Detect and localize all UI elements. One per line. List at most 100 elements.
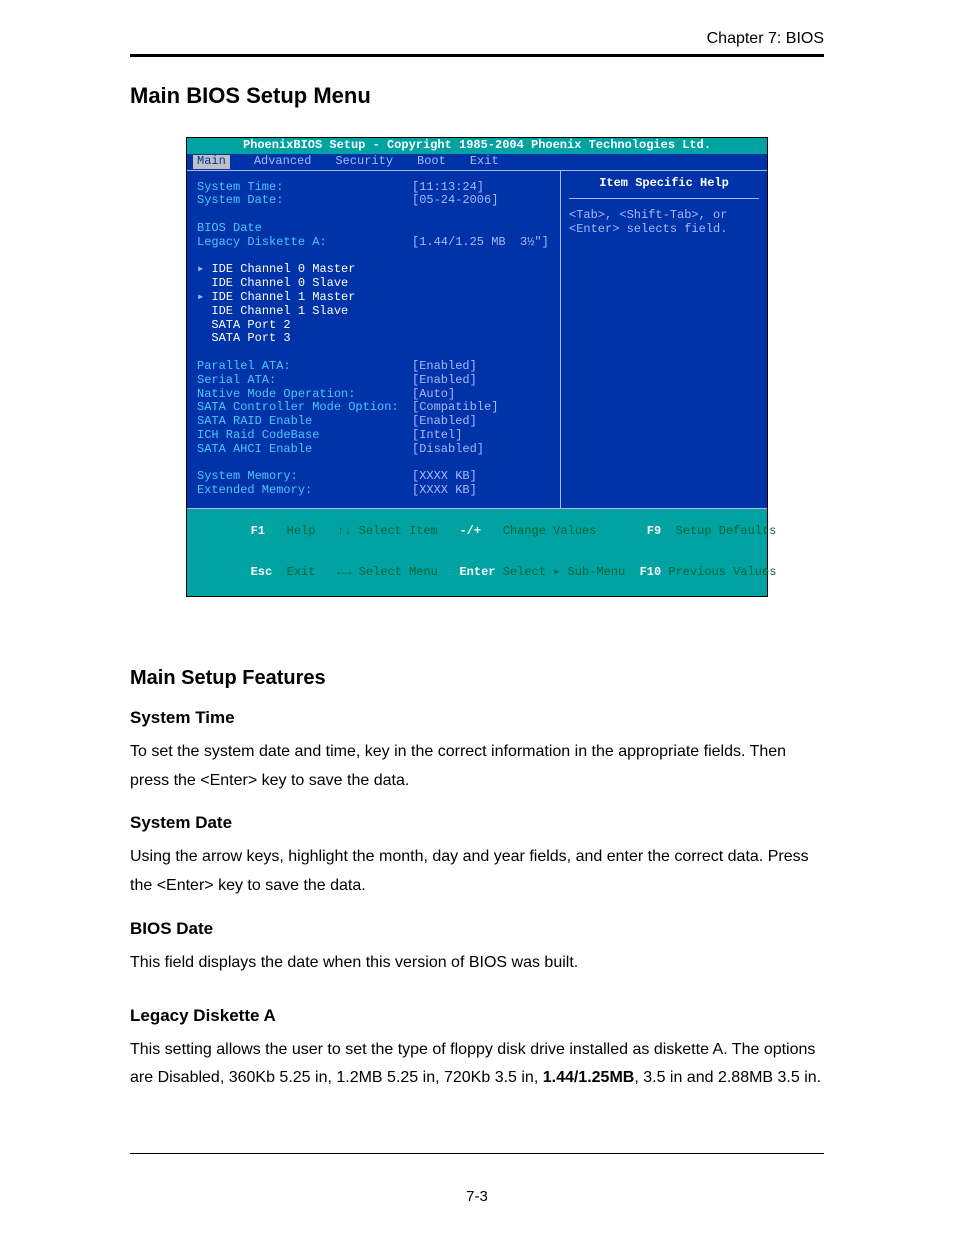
row-system-time[interactable]: System Time: [11:13:24] [197,181,554,195]
label-legacy-a: Legacy Diskette A: [197,236,412,250]
triangle-icon: ▸ [197,263,211,277]
bios-menubar: Main Advanced Security Boot Exit [187,154,767,170]
h-legacy-a: Legacy Diskette A [130,1006,824,1026]
row-ide1-master[interactable]: ▸ IDE Channel 1 Master [197,291,554,305]
row-sata3[interactable]: SATA Port 3 [197,332,554,346]
row-ide0-master[interactable]: ▸ IDE Channel 0 Master [197,263,554,277]
value-pata: [Enabled] [412,360,477,374]
p-system-time: To set the system date and time, key in … [130,738,824,796]
value-sysmem: [XXXX KB] [412,470,477,484]
label-bios-date: BIOS Date [197,222,412,236]
label-native: Native Mode Operation: [197,388,412,402]
value-legacy-a: [1.44/1.25 MB 3½"] [412,236,549,250]
bios-titlebar: PhoenixBIOS Setup - Copyright 1985-2004 … [187,138,767,154]
row-sata-raid[interactable]: SATA RAID Enable [Enabled] [197,415,554,429]
ft-f10: F10 [640,565,662,579]
value-ich: [Intel] [412,429,462,443]
h-system-date: System Date [130,813,824,833]
ft-pm: -/+ [459,524,481,538]
ft-esc: Esc [251,565,273,579]
page: Chapter 7: BIOS Main BIOS Setup Menu Pho… [0,0,954,1235]
row-bios-date: BIOS Date [197,222,554,236]
ft-prev: Previous Values [668,565,776,579]
chapter-header: Chapter 7: BIOS [130,30,824,48]
row-sata[interactable]: Serial ATA: [Enabled] [197,374,554,388]
ft-submenu: Select ▸ Sub-Menu [503,565,625,579]
row-ich[interactable]: ICH Raid CodeBase [Intel] [197,429,554,443]
spacer [197,305,211,319]
row-system-date[interactable]: System Date: [05-24-2006] [197,194,554,208]
footer-rule [130,1153,824,1154]
ft-f1: F1 [251,524,265,538]
bios-screenshot: PhoenixBIOS Setup - Copyright 1985-2004 … [186,137,768,597]
bios-footer: F1 Help ↑↓ Select Item -/+ Change Values… [187,508,767,596]
p-legacy-a: This setting allows the user to set the … [130,1036,824,1094]
p-legacy-a-bold: 1.44/1.25MB [543,1069,635,1086]
spacer [197,277,211,291]
row-sata2[interactable]: SATA Port 2 [197,319,554,333]
ft-enter: Enter [459,565,495,579]
row-native[interactable]: Native Mode Operation: [Auto] [197,388,554,402]
spacer [197,332,211,346]
label-ide1-master: IDE Channel 1 Master [211,291,355,305]
value-system-time: [11:13:24] [412,181,484,195]
row-ahci[interactable]: SATA AHCI Enable [Disabled] [197,443,554,457]
ft-exit: Exit [287,565,316,579]
bios-main-pane: System Time: [11:13:24] System Date: [05… [187,170,561,508]
row-sata-ctrl[interactable]: SATA Controller Mode Option: [Compatible… [197,401,554,415]
row-sysmem: System Memory: [XXXX KB] [197,470,554,484]
value-sata-raid: [Enabled] [412,415,477,429]
label-sysmem: System Memory: [197,470,412,484]
row-ide0-slave[interactable]: IDE Channel 0 Slave [197,277,554,291]
row-pata[interactable]: Parallel ATA: [Enabled] [197,360,554,374]
row-extmem: Extended Memory: [XXXX KB] [197,484,554,498]
bios-tab-security[interactable]: Security [335,155,393,169]
ft-selitem: ↑↓ Select Item [337,524,438,538]
label-extmem: Extended Memory: [197,484,412,498]
ft-selmenu: ←→ Select Menu [337,565,438,579]
bios-tab-main[interactable]: Main [193,155,230,169]
h-system-time: System Time [130,708,824,728]
label-ide1-slave: IDE Channel 1 Slave [211,305,348,319]
ft-defaults: Setup Defaults [676,524,777,538]
features-title: Main Setup Features [130,667,824,690]
p-system-date: Using the arrow keys, highlight the mont… [130,843,824,901]
h-bios-date: BIOS Date [130,919,824,939]
p-bios-date: This field displays the date when this v… [130,949,824,978]
label-ich: ICH Raid CodeBase [197,429,412,443]
ft-change: Change Values [503,524,597,538]
row-ide1-slave[interactable]: IDE Channel 1 Slave [197,305,554,319]
label-system-time: System Time: [197,181,412,195]
label-sata3: SATA Port 3 [211,332,290,346]
ft-help: Help [287,524,316,538]
value-extmem: [XXXX KB] [412,484,477,498]
bios-tab-exit[interactable]: Exit [470,155,499,169]
ft-f9: F9 [647,524,661,538]
row-legacy-a[interactable]: Legacy Diskette A: [1.44/1.25 MB 3½"] [197,236,554,250]
spacer [197,319,211,333]
value-system-date: [05-24-2006] [412,194,498,208]
header-rule [130,54,824,57]
label-sata-ctrl: SATA Controller Mode Option: [197,401,412,415]
page-title: Main BIOS Setup Menu [130,83,824,109]
value-sata: [Enabled] [412,374,477,388]
p-legacy-a-2: , 3.5 in and 2.88MB 3.5 in. [634,1069,821,1086]
bios-tab-advanced[interactable]: Advanced [254,155,312,169]
value-native: [Auto] [412,388,455,402]
value-sata-ctrl: [Compatible] [412,401,498,415]
label-system-date: System Date: [197,194,412,208]
help-title: Item Specific Help [569,177,759,200]
triangle-icon: ▸ [197,291,211,305]
bios-help-pane: Item Specific Help <Tab>, <Shift-Tab>, o… [561,170,767,508]
label-ide0-slave: IDE Channel 0 Slave [211,277,348,291]
page-number: 7-3 [0,1188,954,1205]
label-pata: Parallel ATA: [197,360,412,374]
help-body: <Tab>, <Shift-Tab>, or <Enter> selects f… [569,209,759,237]
label-ahci: SATA AHCI Enable [197,443,412,457]
bios-tab-boot[interactable]: Boot [417,155,446,169]
label-sata: Serial ATA: [197,374,412,388]
label-ide0-master: IDE Channel 0 Master [211,263,355,277]
bios-body: System Time: [11:13:24] System Date: [05… [187,170,767,508]
label-sata2: SATA Port 2 [211,319,290,333]
label-sata-raid: SATA RAID Enable [197,415,412,429]
